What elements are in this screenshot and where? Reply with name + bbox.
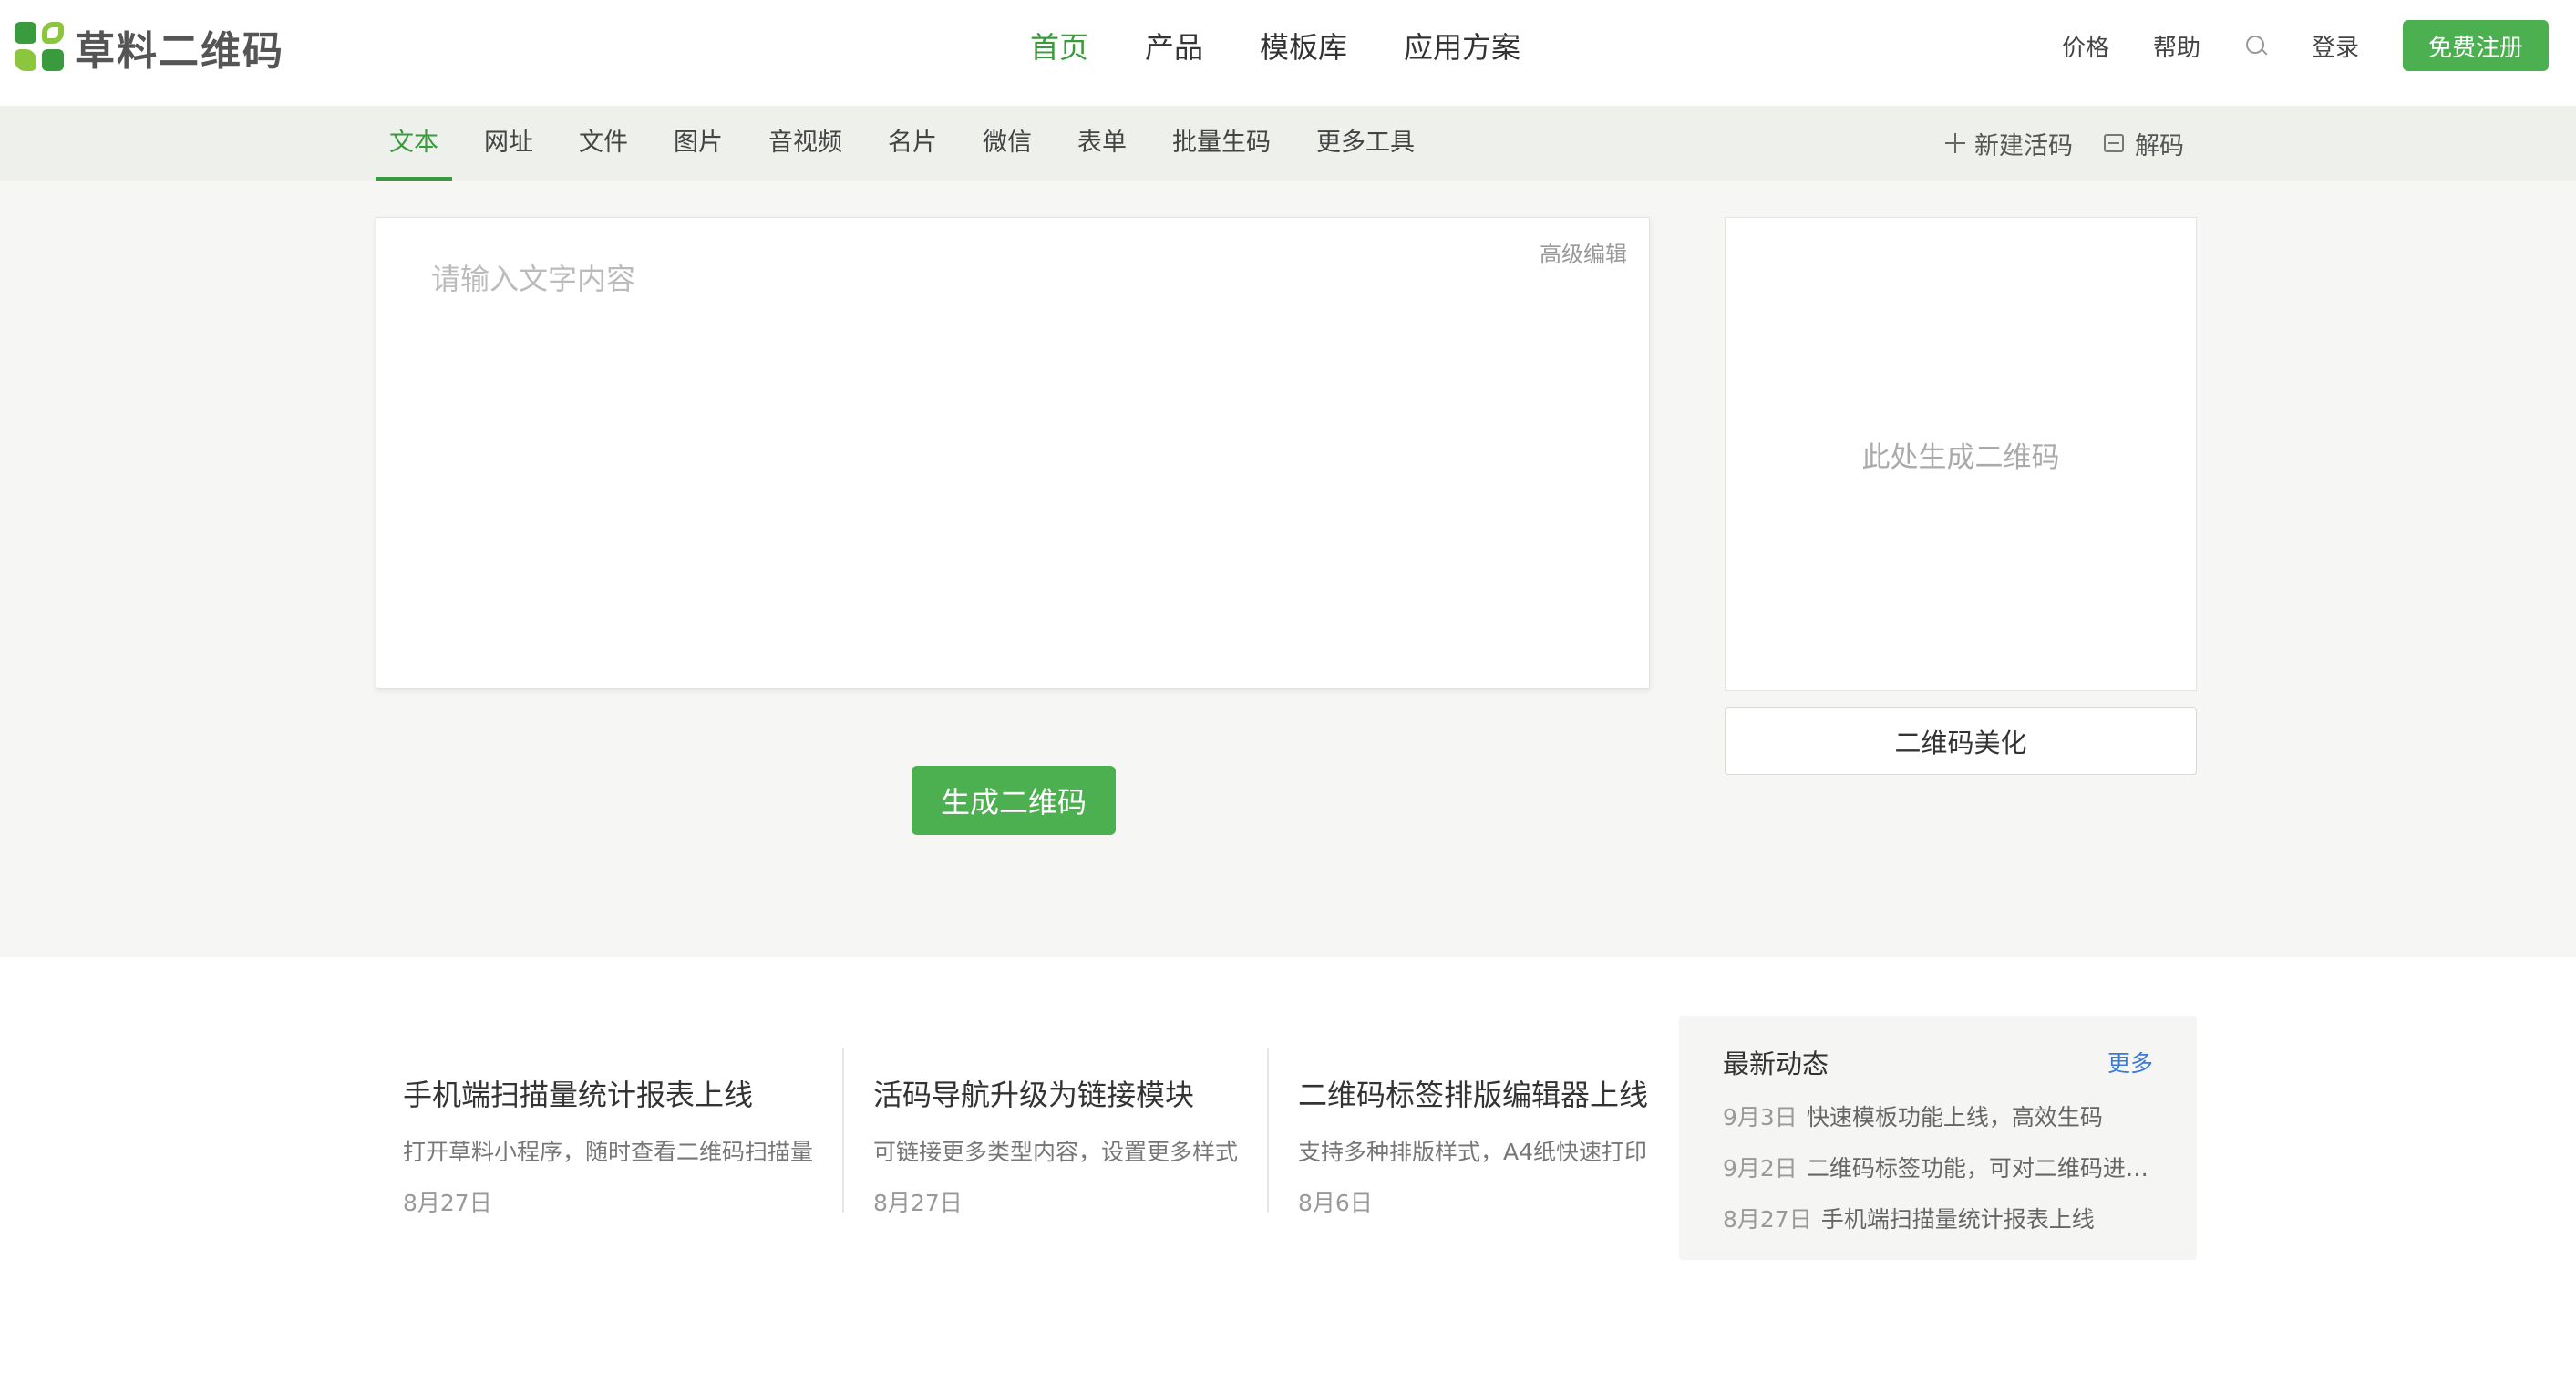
search-icon[interactable] xyxy=(2244,34,2268,57)
news-title[interactable]: 二维码标签排版编辑器上线 xyxy=(1298,1072,1648,1114)
news-item[interactable]: 活码导航升级为链接模块 可链接更多类型内容，设置更多样式 8月27日 xyxy=(842,1048,1267,1216)
nav-item-solutions[interactable]: 应用方案 xyxy=(1404,26,1520,69)
news-date: 8月6日 xyxy=(1298,1190,1373,1216)
qr-preview: 此处生成二维码 xyxy=(1725,217,2197,691)
tab-form[interactable]: 表单 xyxy=(1064,106,1140,181)
updates-more-link[interactable]: 更多 xyxy=(2107,1046,2153,1079)
qr-beautify-button[interactable]: 二维码美化 xyxy=(1725,707,2197,775)
tab-audio-video[interactable]: 音视频 xyxy=(755,106,856,181)
sub-nav: 文本 网址 文件 图片 音视频 名片 微信 表单 批量生码 更多工具 新建活码 … xyxy=(0,106,2576,181)
advanced-edit-link[interactable]: 高级编辑 xyxy=(1540,236,1627,268)
news-desc: 可链接更多类型内容，设置更多样式 xyxy=(873,1139,1239,1165)
scan-icon xyxy=(2104,134,2124,152)
latest-updates-panel: 最新动态 更多 9月3日 快速模板功能上线，高效生码 9月2日 二维码标签功能，可对… xyxy=(1679,1016,2197,1260)
price-link[interactable]: 价格 xyxy=(2062,29,2109,63)
updates-title: 最新动态 xyxy=(1723,1048,1829,1079)
update-date: 9月3日 xyxy=(1723,1104,1798,1130)
updates-header: 最新动态 更多 xyxy=(1723,1043,2153,1081)
news-desc: 打开草料小程序，随时查看二维码扫描量 xyxy=(403,1139,814,1165)
qr-placeholder-text: 此处生成二维码 xyxy=(1861,440,2060,474)
work-area: 高级编辑 生成二维码 此处生成二维码 二维码美化 xyxy=(0,181,2576,957)
nav-item-products[interactable]: 产品 xyxy=(1145,26,1203,69)
update-item[interactable]: 8月27日 手机端扫描量统计报表上线 xyxy=(1723,1202,2153,1234)
update-date: 8月27日 xyxy=(1723,1206,1812,1233)
news-item[interactable]: 二维码标签排版编辑器上线 支持多种排版样式，A4纸快速打印 8月6日 xyxy=(1267,1048,1677,1216)
text-input[interactable] xyxy=(376,218,1649,688)
header-actions: 价格 帮助 登录 免费注册 xyxy=(2062,20,2549,71)
decode-button[interactable]: 解码 xyxy=(2104,126,2184,161)
tab-business-card[interactable]: 名片 xyxy=(874,106,951,181)
update-date: 9月2日 xyxy=(1723,1155,1798,1182)
news-item[interactable]: 手机端扫描量统计报表上线 打开草料小程序，随时查看二维码扫描量 8月27日 xyxy=(376,1048,842,1216)
news-title[interactable]: 活码导航升级为链接模块 xyxy=(873,1072,1238,1114)
type-tabs: 文本 网址 文件 图片 音视频 名片 微信 表单 批量生码 更多工具 xyxy=(376,106,1447,181)
news-list: 手机端扫描量统计报表上线 打开草料小程序，随时查看二维码扫描量 8月27日 活码… xyxy=(376,1048,1677,1216)
login-link[interactable]: 登录 xyxy=(2312,29,2359,63)
news-date: 8月27日 xyxy=(873,1190,963,1216)
news-desc: 支持多种排版样式，A4纸快速打印 xyxy=(1298,1139,1648,1165)
main-nav: 首页 产品 模板库 应用方案 xyxy=(1030,26,1520,69)
register-button[interactable]: 免费注册 xyxy=(2403,20,2549,71)
nav-item-home[interactable]: 首页 xyxy=(1030,26,1088,69)
top-header: 草料二维码 首页 产品 模板库 应用方案 价格 帮助 登录 免费注册 xyxy=(0,0,2576,106)
update-text: 二维码标签功能，可对二维码进行... xyxy=(1806,1155,2153,1182)
tab-file[interactable]: 文件 xyxy=(565,106,642,181)
plus-icon xyxy=(1945,133,1965,153)
update-text: 快速模板功能上线，高效生码 xyxy=(1806,1104,2103,1130)
tab-more-tools[interactable]: 更多工具 xyxy=(1303,106,1428,181)
logo-text: 草料二维码 xyxy=(75,28,284,75)
help-link[interactable]: 帮助 xyxy=(2153,29,2200,63)
nav-item-templates[interactable]: 模板库 xyxy=(1260,26,1347,69)
new-dynamic-code-label: 新建活码 xyxy=(1974,131,2073,160)
news-title[interactable]: 手机端扫描量统计报表上线 xyxy=(403,1072,813,1114)
update-item[interactable]: 9月2日 二维码标签功能，可对二维码进行... xyxy=(1723,1151,2153,1183)
update-item[interactable]: 9月3日 快速模板功能上线，高效生码 xyxy=(1723,1099,2153,1132)
tab-wechat[interactable]: 微信 xyxy=(969,106,1046,181)
tab-url[interactable]: 网址 xyxy=(470,106,547,181)
tab-image[interactable]: 图片 xyxy=(660,106,737,181)
new-dynamic-code-button[interactable]: 新建活码 xyxy=(1945,126,2073,161)
text-editor: 高级编辑 xyxy=(376,217,1650,689)
logo-icon xyxy=(15,22,66,73)
tab-batch[interactable]: 批量生码 xyxy=(1159,106,1284,181)
logo[interactable]: 草料二维码 xyxy=(15,22,284,75)
decode-label: 解码 xyxy=(2135,131,2184,160)
generate-qr-button[interactable]: 生成二维码 xyxy=(912,766,1116,835)
tab-text[interactable]: 文本 xyxy=(376,106,452,181)
sub-actions: 新建活码 解码 xyxy=(1945,106,2184,181)
update-text: 手机端扫描量统计报表上线 xyxy=(1820,1206,2095,1233)
news-date: 8月27日 xyxy=(403,1190,492,1216)
